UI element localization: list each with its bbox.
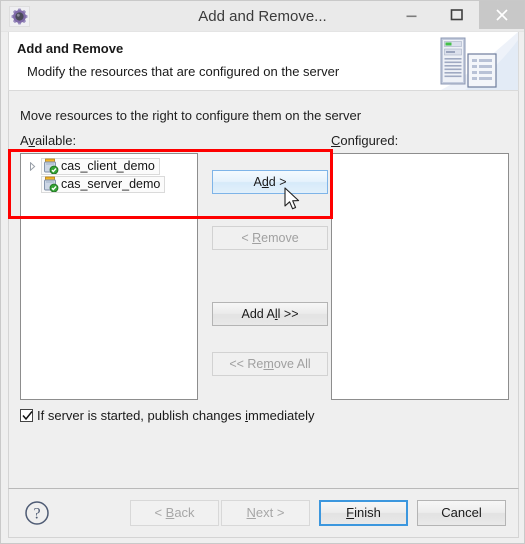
add-button-mnemonic: d: [261, 175, 269, 189]
remove-all-button-pre: << Re: [229, 357, 264, 371]
remove-all-button[interactable]: << Remove All: [212, 352, 328, 376]
remove-button-mnemonic: R: [252, 231, 262, 245]
list-item-content[interactable]: cas_server_demo: [41, 175, 166, 193]
banner-heading: Add and Remove: [17, 41, 124, 56]
finish-button-mnemonic: F: [346, 505, 355, 520]
next-button-mnemonic: N: [246, 505, 256, 520]
remove-all-button-mnemonic: m: [263, 357, 274, 371]
remove-button-post: emove: [261, 231, 299, 245]
jar-module-icon: [42, 158, 59, 175]
configured-label-post: onfigured:: [340, 133, 399, 148]
checkbox-label-post: mmediately: [248, 408, 315, 423]
instruction-text: Move resources to the right to configure…: [20, 108, 362, 123]
title-bar: Add and Remove...: [1, 1, 524, 32]
add-all-button[interactable]: Add All >>: [212, 302, 328, 326]
svg-text:?: ?: [33, 506, 40, 523]
dialog-window: Add and Remove... Add and Remove Modify …: [0, 0, 525, 544]
add-all-button-pre: Add A: [241, 307, 275, 321]
finish-button[interactable]: Finish: [319, 500, 408, 526]
add-all-button-post: l >>: [277, 307, 299, 321]
remove-button[interactable]: < Remove: [212, 226, 328, 250]
close-icon[interactable]: [479, 1, 524, 29]
configured-list-label: Configured:: [331, 133, 398, 148]
add-button-post: d >: [268, 175, 287, 189]
list-item[interactable]: cas_server_demo: [41, 175, 166, 193]
maximize-icon[interactable]: [434, 1, 479, 29]
remove-all-button-post: ove All: [273, 357, 311, 371]
chevron-right-icon[interactable]: [24, 157, 41, 175]
cancel-button[interactable]: Cancel: [417, 500, 506, 526]
list-item-label: cas_client_demo: [61, 159, 155, 173]
list-item[interactable]: cas_client_demo: [24, 157, 160, 175]
dialog-footer: ? < Back Next > Finish Cancel: [8, 488, 519, 538]
server-and-document-illustration: [423, 32, 518, 90]
help-icon[interactable]: ?: [24, 500, 50, 526]
publish-immediately-checkbox-row[interactable]: If server is started, publish changes im…: [20, 408, 314, 423]
minimize-icon[interactable]: [389, 1, 434, 29]
add-button-pre: A: [253, 175, 262, 189]
wizard-banner: Add and Remove Modify the resources that…: [8, 32, 519, 91]
publish-immediately-checkbox[interactable]: [20, 409, 33, 422]
available-label-post: ailable:: [34, 133, 77, 148]
finish-button-post: inish: [354, 505, 381, 520]
remove-button-pre: <: [241, 231, 253, 245]
checkbox-label-pre: If server is started, publish changes: [37, 408, 246, 423]
banner-description: Modify the resources that are configured…: [27, 64, 340, 79]
publish-immediately-label: If server is started, publish changes im…: [37, 408, 314, 423]
configured-list[interactable]: [331, 153, 509, 400]
next-button-post: ext >: [255, 505, 285, 520]
available-list[interactable]: cas_client_demo cas_server_demo: [20, 153, 198, 400]
available-list-label: Available:: [20, 133, 76, 148]
back-button-post: ack: [174, 505, 195, 520]
back-button[interactable]: < Back: [130, 500, 219, 526]
add-button[interactable]: Add >: [212, 170, 328, 194]
cancel-button-label: Cancel: [441, 505, 482, 520]
list-item-content[interactable]: cas_client_demo: [41, 157, 160, 175]
back-button-pre: <: [154, 505, 166, 520]
list-item-label: cas_server_demo: [61, 177, 161, 191]
next-button[interactable]: Next >: [221, 500, 310, 526]
configured-label-pre: C: [331, 133, 341, 148]
dialog-body: Move resources to the right to configure…: [8, 91, 519, 488]
jar-module-icon: [42, 176, 59, 193]
